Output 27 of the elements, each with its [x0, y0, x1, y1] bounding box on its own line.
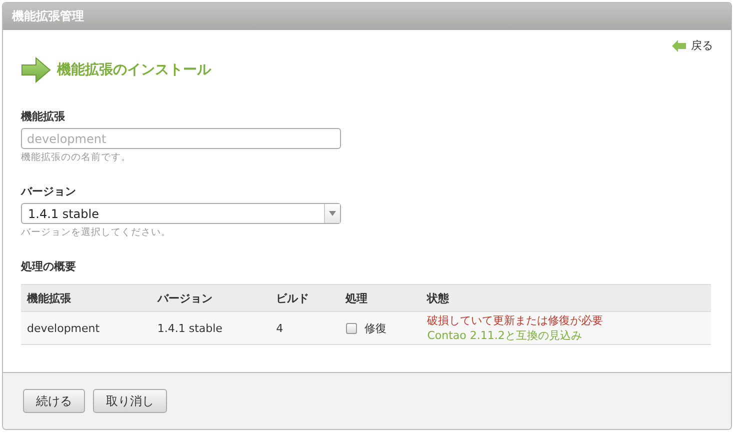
table-cell: 1.4.1 stable [151, 312, 270, 344]
table-cell: development [21, 312, 152, 344]
column-header: 状態 [421, 284, 711, 312]
column-header: 処理 [340, 284, 422, 312]
section-title: 処理の概要 [21, 259, 77, 274]
column-header: 機能拡張 [21, 284, 152, 312]
checkbox-label: 修復 [364, 320, 387, 336]
footer-button[interactable]: 取り消し [93, 389, 167, 413]
footer-button[interactable]: 続ける [23, 389, 85, 413]
field-hint: 機能拡張のの名前です。 [21, 151, 132, 164]
column-header: バージョン [151, 284, 270, 312]
status-text: 破損していて更新または修復が必要 [427, 313, 604, 328]
status-text: Contao 2.11.2と互換の見込み [427, 328, 583, 343]
field-label: 機能拡張 [21, 109, 66, 124]
checkbox[interactable] [346, 322, 357, 334]
window-title: 機能拡張管理 [3, 3, 731, 30]
version-select[interactable]: 1.4.1 stable [21, 203, 341, 224]
field-hint: バージョンを選択してください。 [21, 226, 172, 239]
page-heading: 機能拡張のインストール [57, 61, 211, 79]
arrow-right-icon [21, 57, 51, 83]
table-cell: 4 [270, 312, 340, 344]
column-header: ビルド [270, 284, 340, 312]
dropdown-arrow-icon [329, 211, 336, 216]
field-label: バージョン [21, 184, 77, 199]
arrow-left-icon [672, 40, 686, 52]
input-field[interactable]: development [21, 128, 341, 149]
back-link[interactable]: 戻る [672, 38, 713, 53]
